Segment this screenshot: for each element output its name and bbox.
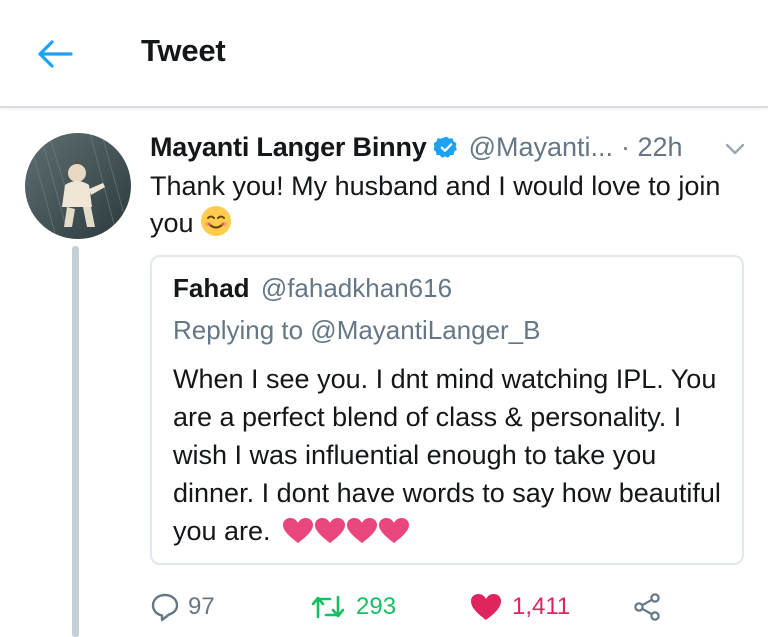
reply-button[interactable]: 97: [150, 588, 215, 626]
quoted-replying-to: Replying to @MayantiLanger_B: [173, 315, 541, 345]
reply-count: 97: [188, 593, 215, 620]
quoted-tweet-text-content: When I see you. I dnt mind watching IPL.…: [173, 364, 721, 546]
share-icon: [634, 593, 660, 621]
avatar[interactable]: [25, 133, 131, 239]
quoted-author-name: Fahad: [173, 273, 250, 303]
tweet-author-row: Mayanti Langer Binny @Mayanti... · 22h: [150, 129, 683, 165]
quoted-author-row: Fahad @fahadkhan616: [173, 273, 452, 304]
share-button[interactable]: [632, 588, 662, 626]
tweet-menu-button[interactable]: [724, 140, 746, 158]
author-handle[interactable]: @Mayanti...: [469, 132, 613, 163]
like-count: 1,411: [512, 593, 571, 620]
heart-emoji: [346, 518, 377, 543]
quoted-tweet-card[interactable]: Fahad @fahadkhan616 Replying to @Mayanti…: [150, 255, 744, 565]
reply-icon: [151, 593, 179, 622]
tweet-text-content: Thank you! My husband and I would love t…: [150, 171, 721, 238]
retweet-count: 293: [356, 593, 397, 620]
tweet-action-bar: 97 293 1,411: [150, 588, 750, 628]
back-arrow-icon: [38, 40, 73, 68]
quoted-author-handle: @fahadkhan616: [260, 273, 453, 303]
smiling-face-emoji: [200, 205, 232, 237]
author-name[interactable]: Mayanti Langer Binny: [150, 132, 427, 163]
retweet-button[interactable]: 293: [310, 588, 396, 626]
chevron-down-icon: [725, 143, 745, 155]
tweet-timestamp[interactable]: · 22h: [621, 132, 683, 163]
quoted-tweet-text: When I see you. I dnt mind watching IPL.…: [173, 360, 733, 550]
top-bar: Tweet: [0, 0, 768, 108]
thread-line: [72, 246, 79, 637]
tweet-text: Thank you! My husband and I would love t…: [150, 168, 740, 242]
like-button[interactable]: 1,411: [470, 588, 570, 626]
like-heart-icon: [471, 594, 501, 620]
heart-emoji: [378, 518, 409, 543]
verified-badge-icon: [432, 135, 459, 160]
heart-emoji: [314, 518, 345, 543]
heart-emoji: [282, 518, 313, 543]
retweet-icon: [311, 595, 345, 619]
back-button[interactable]: [33, 36, 75, 72]
heart-emojis: [282, 518, 409, 544]
page-title: Tweet: [141, 33, 226, 68]
